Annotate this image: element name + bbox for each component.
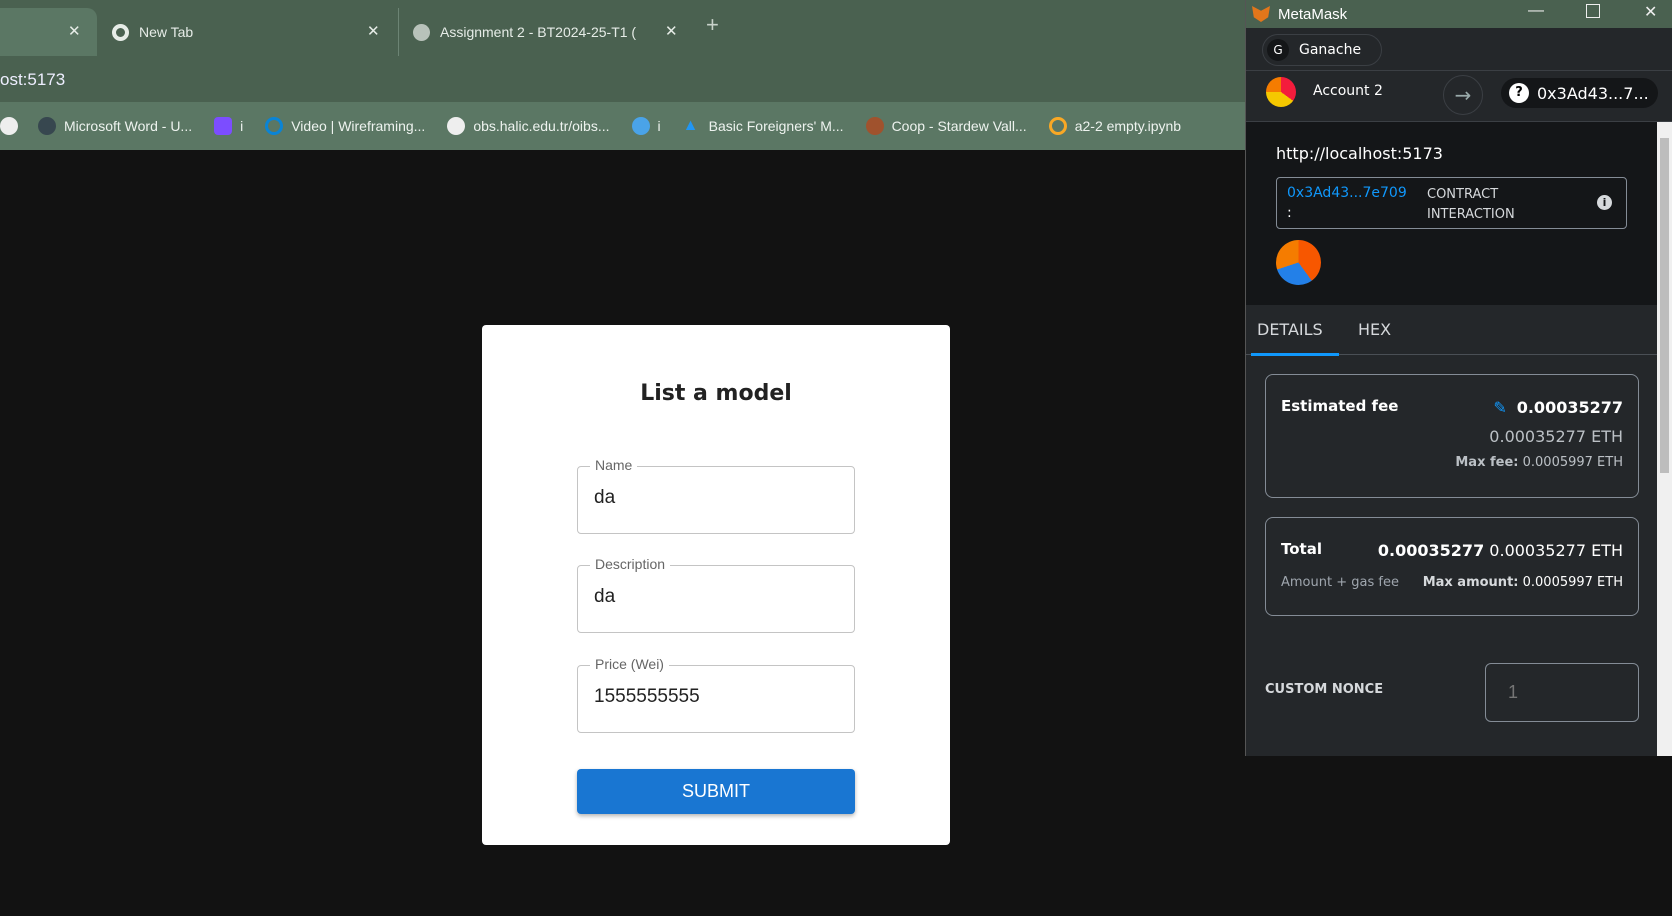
minimize-icon[interactable]: — (1528, 2, 1544, 20)
info-icon[interactable]: i (1597, 195, 1612, 210)
account-avatar (1266, 77, 1296, 107)
mail-icon (631, 117, 650, 135)
network-selector[interactable]: G Ganache (1262, 34, 1383, 66)
edit-icon[interactable]: ✎ (1493, 398, 1506, 417)
close-icon[interactable]: ✕ (665, 22, 678, 40)
submit-button[interactable]: SUBMIT (577, 769, 855, 814)
bookmark[interactable]: Video | Wireframing... (265, 117, 425, 135)
custom-nonce-label: CUSTOM NONCE (1265, 682, 1384, 697)
bookmark[interactable]: ▲ Basic Foreigners' M... (683, 117, 844, 135)
close-icon[interactable]: ✕ (1644, 2, 1657, 22)
colab-icon (1048, 117, 1067, 135)
title-bar: MetaMask — ✕ (1246, 0, 1672, 28)
description-input[interactable] (594, 586, 834, 608)
tab-new-tab[interactable]: New Tab ✕ (112, 8, 387, 56)
fox-icon (1252, 6, 1270, 22)
scrollbar[interactable] (1657, 122, 1672, 756)
bookmark[interactable]: Coop - Stardew Vall... (865, 117, 1027, 135)
globe-icon (413, 23, 430, 41)
form-title: List a model (640, 381, 792, 406)
contract-box: 0x3Ad43...7e709 : CONTRACT INTERACTION i (1276, 177, 1627, 229)
app-icon (214, 117, 233, 135)
maximize-icon[interactable] (1586, 4, 1600, 18)
custom-nonce-input[interactable] (1485, 663, 1639, 722)
price-field[interactable]: Price (Wei) (577, 656, 855, 733)
total-box: Total 0.00035277 0.00035277 ETH Amount +… (1265, 517, 1639, 616)
chrome-icon (112, 23, 129, 41)
new-tab-button[interactable]: + (706, 12, 719, 38)
bookmark[interactable]: i (214, 117, 243, 135)
question-icon: ? (1509, 83, 1529, 103)
contract-label: CONTRACT INTERACTION (1427, 187, 1515, 222)
close-icon[interactable]: ✕ (367, 22, 380, 40)
tab-details[interactable]: DETAILS (1257, 320, 1323, 339)
metamask-window: MetaMask — ✕ G Ganache Account 2 → ? 0x3A… (1245, 0, 1672, 756)
account-name[interactable]: Account 2 (1313, 83, 1383, 99)
description-field[interactable]: Description (577, 556, 855, 633)
bookmark[interactable]: obs.halic.edu.tr/oibs... (447, 117, 610, 135)
list-model-form: List a model Name Description Price (Wei… (482, 325, 950, 845)
ring-icon (265, 117, 284, 135)
triangle-icon: ▲ (682, 117, 699, 134)
estimated-fee-box: Estimated fee ✎ 0.00035277 0.00035277 ETH… (1265, 374, 1639, 498)
arrow-right-icon: → (1443, 75, 1483, 115)
chicken-icon (865, 117, 884, 135)
globe-icon (0, 117, 18, 135)
word-icon (38, 117, 56, 135)
globe-icon (447, 117, 466, 135)
account-row: Account 2 → ? 0x3Ad43...7... (1246, 70, 1672, 122)
recipient-pill[interactable]: ? 0x3Ad43...7... (1501, 78, 1658, 108)
bookmark[interactable]: Microsoft Word - U... (38, 117, 192, 135)
tab-active[interactable]: ✕ (0, 8, 97, 56)
bookmark[interactable]: a2-2 empty.ipynb (1048, 117, 1181, 135)
bookmark[interactable]: i (631, 117, 661, 135)
active-tab-indicator (1251, 353, 1339, 356)
bookmark[interactable] (0, 117, 18, 135)
contract-avatar (1276, 240, 1321, 285)
price-input[interactable] (594, 686, 834, 708)
name-field[interactable]: Name (577, 457, 855, 534)
close-icon[interactable]: ✕ (68, 22, 81, 40)
tab-assignment[interactable]: Assignment 2 - BT2024-25-T1 ( ✕ (398, 8, 690, 56)
tab-hex[interactable]: HEX (1358, 320, 1391, 339)
name-input[interactable] (594, 487, 834, 509)
confirm-content: http://localhost:5173 0x3Ad43...7e709 : … (1246, 122, 1658, 756)
origin-url: http://localhost:5173 (1276, 144, 1443, 163)
contract-address-link[interactable]: 0x3Ad43...7e709 (1287, 185, 1407, 201)
